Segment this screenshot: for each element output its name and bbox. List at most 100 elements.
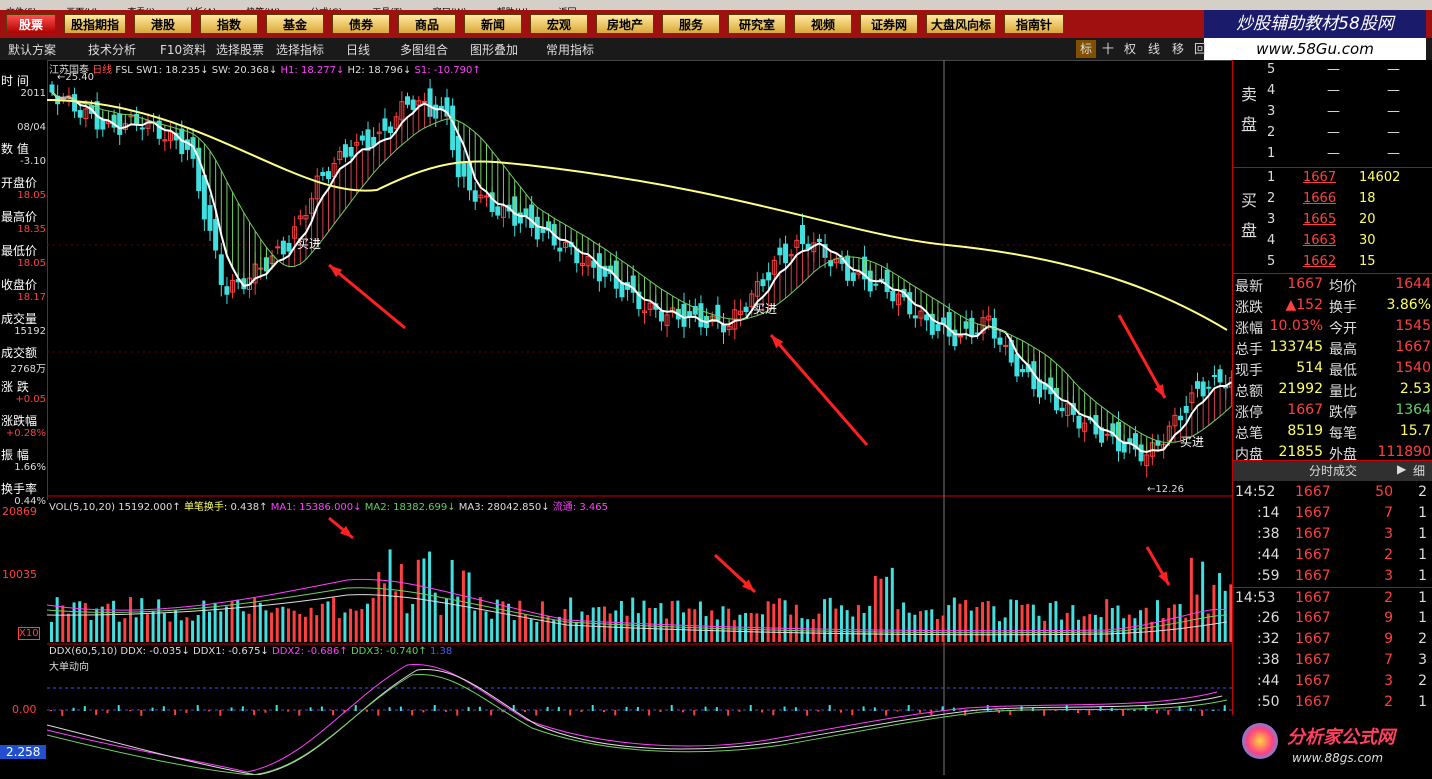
ddx-bar bbox=[772, 710, 775, 716]
buy-price: 1665 bbox=[1303, 212, 1337, 227]
volume-bar bbox=[698, 601, 702, 642]
volume-bar bbox=[456, 596, 460, 642]
toolbar-item-4[interactable]: 选择指标 bbox=[276, 41, 324, 58]
candle-body bbox=[958, 335, 963, 338]
volume-bar bbox=[433, 592, 437, 642]
volume-bar bbox=[315, 615, 319, 642]
toolbar-item-7[interactable]: 图形叠加 bbox=[470, 41, 518, 58]
ddx-bar bbox=[411, 710, 414, 716]
toolbar-item-0[interactable]: 默认方案 bbox=[8, 41, 56, 58]
nav-button-9[interactable]: 房地产 bbox=[596, 14, 654, 34]
nav-button-8[interactable]: 宏观 bbox=[530, 14, 588, 34]
volume-bar bbox=[1065, 612, 1069, 642]
volume-bar bbox=[445, 598, 448, 642]
sell-volume: — bbox=[1387, 83, 1400, 98]
candle-body bbox=[1195, 381, 1200, 389]
nav-button-7[interactable]: 新闻 bbox=[464, 14, 522, 34]
toolbar-item-1[interactable]: 技术分析 bbox=[88, 41, 136, 58]
volume-bar bbox=[518, 600, 522, 642]
nav-button-15[interactable]: 指南针 bbox=[1004, 14, 1064, 34]
candle-body bbox=[935, 324, 941, 332]
ddx-bar bbox=[241, 706, 244, 711]
candle-body bbox=[388, 126, 394, 134]
toolbar-toggle-4[interactable]: 移 bbox=[1168, 40, 1188, 58]
volume-bar bbox=[405, 613, 409, 642]
toolbar-toggle-3[interactable]: 线 bbox=[1144, 40, 1164, 58]
toolbar-toggle-1[interactable]: 十 bbox=[1098, 40, 1118, 58]
candle-body bbox=[777, 247, 783, 256]
candle-body bbox=[1211, 375, 1217, 378]
volume-bar bbox=[191, 620, 195, 642]
ddx-bar bbox=[140, 710, 143, 716]
nav-button-11[interactable]: 研究室 bbox=[728, 14, 786, 34]
candle-body bbox=[72, 94, 78, 112]
nav-button-14[interactable]: 大盘风向标 bbox=[926, 14, 996, 34]
nav-button-5[interactable]: 债券 bbox=[332, 14, 390, 34]
toolbar-item-3[interactable]: 选择股票 bbox=[216, 41, 264, 58]
candle-body bbox=[1200, 381, 1206, 397]
chart-canvas[interactable]: 买进买进买进 bbox=[46, 60, 1234, 776]
volume-bar bbox=[546, 615, 550, 642]
toolbar-item-2[interactable]: F10资料 bbox=[160, 41, 206, 58]
vol-axis-max: 20869 bbox=[2, 505, 37, 518]
quote-panel: 卖盘 5— —4— —3— —2— —1— — 买盘 1 1667 14602 2 1666 18 3 166… bbox=[1232, 60, 1432, 775]
volume-bar bbox=[213, 602, 217, 642]
chart-area[interactable]: 买进 买进 买进 江苏国泰 日线 FSL SW1: 18.235↓ SW: 20.3… bbox=[46, 60, 1234, 776]
volume-bar bbox=[473, 610, 477, 642]
stat-value-2: 3.86% bbox=[1386, 297, 1431, 313]
stat-row: 涨跌 ▲152 换手 3.86% bbox=[1233, 295, 1432, 316]
tick-volume: 7 bbox=[1384, 652, 1393, 668]
buy-row: 4 1663 30 bbox=[1233, 231, 1432, 252]
volume-bar bbox=[117, 621, 121, 642]
ticks-detail-label[interactable]: 细 bbox=[1413, 462, 1425, 479]
candle-body bbox=[873, 283, 879, 286]
nav-button-10[interactable]: 服务 bbox=[662, 14, 720, 34]
candle-body bbox=[326, 171, 331, 179]
toolbar-toggle-5[interactable]: 回 bbox=[1190, 40, 1210, 58]
nav-button-4[interactable]: 基金 bbox=[266, 14, 324, 34]
volume-bar bbox=[591, 607, 595, 642]
nav-button-6[interactable]: 商品 bbox=[398, 14, 456, 34]
volume-bar bbox=[783, 600, 787, 642]
toolbar-item-5[interactable]: 日线 bbox=[346, 41, 370, 58]
ddx-line-2 bbox=[46, 668, 1223, 776]
volume-bar bbox=[343, 612, 347, 642]
nav-button-3[interactable]: 指数 bbox=[200, 14, 258, 34]
candle-body bbox=[224, 286, 230, 295]
ddx-bar bbox=[50, 710, 52, 711]
stat-label-2: 均价 bbox=[1329, 279, 1357, 295]
volume-bar bbox=[320, 603, 324, 642]
sell-volume: — bbox=[1387, 146, 1400, 161]
volume-bar bbox=[495, 599, 499, 642]
candle-body bbox=[77, 110, 83, 118]
candle-body bbox=[1076, 415, 1082, 429]
candle-body bbox=[365, 129, 371, 151]
volume-bar bbox=[490, 618, 494, 642]
data-label-5: 最低价 bbox=[1, 244, 38, 258]
nav-button-0[interactable]: 股票 bbox=[6, 14, 56, 34]
nav-button-13[interactable]: 证券网 bbox=[860, 14, 918, 34]
toolbar-toggle-0[interactable]: 标 bbox=[1076, 40, 1096, 58]
toolbar-item-6[interactable]: 多图组合 bbox=[400, 41, 448, 58]
stat-row: 总手 133745 最高 1667 bbox=[1233, 337, 1432, 358]
tick-count: 2 bbox=[1418, 484, 1427, 500]
nav-button-2[interactable]: 港股 bbox=[134, 14, 192, 34]
tick-price: 1667 bbox=[1295, 484, 1331, 500]
volume-bar bbox=[439, 614, 443, 642]
volume-bar bbox=[394, 591, 398, 642]
ddx-bar bbox=[546, 706, 549, 711]
volume-bar bbox=[992, 606, 996, 642]
tick-time: :32 bbox=[1257, 631, 1280, 647]
nav-button-1[interactable]: 股指期指 bbox=[64, 14, 126, 34]
tick-time: :59 bbox=[1257, 568, 1280, 584]
ddx-bar bbox=[445, 710, 447, 712]
toolbar-item-8[interactable]: 常用指标 bbox=[546, 41, 594, 58]
volume-bar bbox=[270, 612, 274, 642]
stat-label-1: 总手 bbox=[1235, 342, 1263, 358]
toolbar-toggle-2[interactable]: 权 bbox=[1120, 40, 1140, 58]
ddx-bar bbox=[715, 707, 718, 711]
ddx-bar bbox=[253, 710, 256, 716]
nav-button-12[interactable]: 视频 bbox=[794, 14, 852, 34]
ticks-detail-button[interactable]: ▶ bbox=[1397, 462, 1406, 476]
ddx-bar bbox=[106, 710, 109, 714]
